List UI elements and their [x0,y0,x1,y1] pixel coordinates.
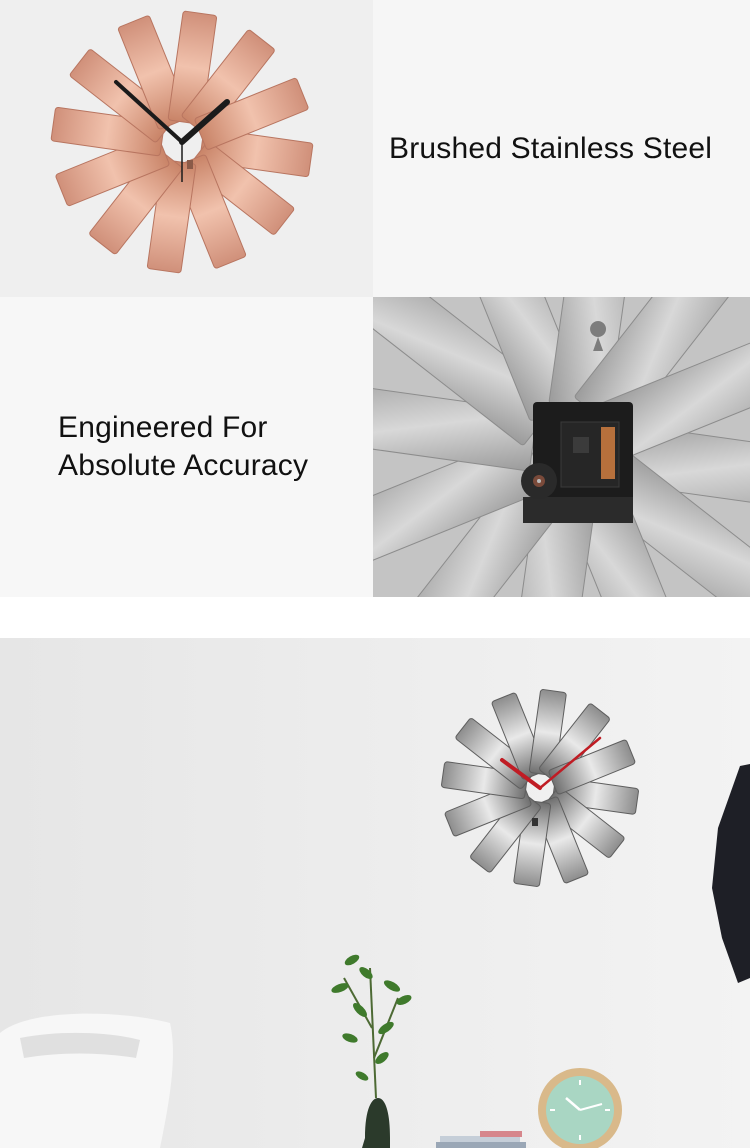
caption-line-1: Engineered For [58,411,268,444]
separator [0,597,750,638]
copper-clock-photo [0,0,373,297]
white-chair-icon [0,1013,173,1148]
caption-engineered-accuracy: Engineered For Absolute Accuracy [58,409,308,485]
lifestyle-room-photo [0,638,750,1148]
copper-clock-icon [50,10,314,274]
steel-ribbon-clock-icon [441,689,639,887]
caption-brushed-stainless-steel: Brushed Stainless Steel [389,131,713,165]
caption-line-2: Absolute Accuracy [58,449,309,482]
clock-movement-photo [373,297,750,597]
clock-movement-icon [521,402,633,523]
feature-panel-steel: Brushed Stainless Steel [373,0,750,297]
feature-panel-accuracy: Engineered For Absolute Accuracy [0,297,373,597]
